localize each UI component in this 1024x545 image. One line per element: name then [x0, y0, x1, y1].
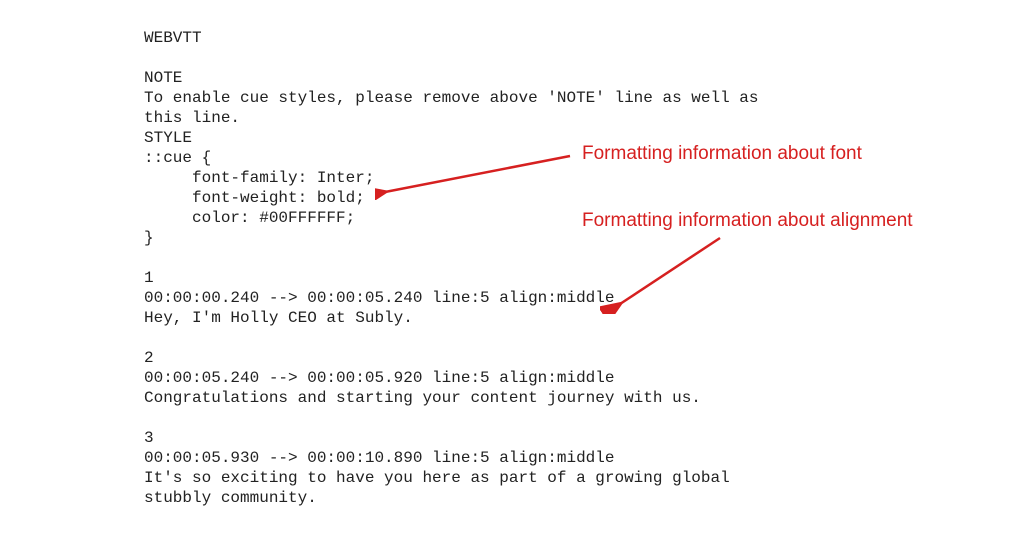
code-line: NOTE: [144, 69, 182, 87]
code-line: Hey, I'm Holly CEO at Subly.: [144, 309, 413, 327]
code-line: 2: [144, 349, 154, 367]
code-line: ::cue {: [144, 149, 211, 167]
code-line: 00:00:05.240 --> 00:00:05.920 line:5 ali…: [144, 369, 614, 387]
code-line: 00:00:00.240 --> 00:00:05.240 line:5 ali…: [144, 289, 614, 307]
annotation-alignment-label: Formatting information about alignment: [582, 210, 913, 232]
code-line: WEBVTT: [144, 29, 202, 47]
code-line: 3: [144, 429, 154, 447]
code-line: 1: [144, 269, 154, 287]
code-line: 00:00:05.930 --> 00:00:10.890 line:5 ali…: [144, 449, 614, 467]
code-line: STYLE: [144, 129, 192, 147]
annotation-font-label: Formatting information about font: [582, 143, 862, 165]
code-line: }: [144, 229, 154, 247]
code-line: font-weight: bold;: [144, 189, 365, 207]
vtt-code-block: WEBVTT NOTE To enable cue styles, please…: [144, 28, 759, 508]
code-line: font-family: Inter;: [144, 169, 374, 187]
code-line: stubbly community.: [144, 489, 317, 507]
code-line: To enable cue styles, please remove abov…: [144, 89, 759, 107]
code-line: color: #00FFFFFF;: [144, 209, 355, 227]
code-line: Congratulations and starting your conten…: [144, 389, 701, 407]
code-line: It's so exciting to have you here as par…: [144, 469, 730, 487]
code-line: this line.: [144, 109, 240, 127]
